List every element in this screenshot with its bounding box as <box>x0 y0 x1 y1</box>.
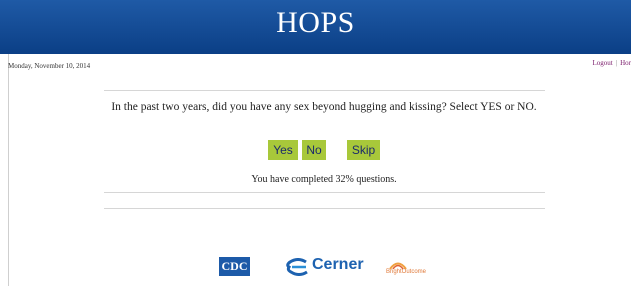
divider-top <box>104 90 545 91</box>
link-separator: | <box>615 59 618 67</box>
skip-button[interactable]: Skip <box>347 140 380 160</box>
progress-text: You have completed 32% questions. <box>251 174 397 185</box>
partner-logos: CDC Cerner BrightOutcome <box>0 255 631 279</box>
app-header: HOPS <box>0 0 631 54</box>
brightoutcome-logo-text: BrightOutcome <box>386 269 427 275</box>
cerner-logo-text: Cerner <box>312 256 364 273</box>
cdc-logo: CDC <box>219 257 250 276</box>
cerner-logo-icon <box>286 258 308 276</box>
current-date: Monday, November 10, 2014 <box>8 62 91 70</box>
top-links: Logout | Hor <box>592 59 631 67</box>
home-link[interactable]: Hor <box>620 59 631 67</box>
no-button[interactable]: No <box>302 140 326 160</box>
divider-middle <box>104 192 545 193</box>
content-border <box>8 54 9 286</box>
divider-bottom <box>104 208 545 209</box>
yes-button[interactable]: Yes <box>268 140 298 160</box>
question-text: In the past two years, did you have any … <box>111 101 537 113</box>
app-title: HOPS <box>276 6 355 39</box>
logout-link[interactable]: Logout <box>592 59 612 67</box>
